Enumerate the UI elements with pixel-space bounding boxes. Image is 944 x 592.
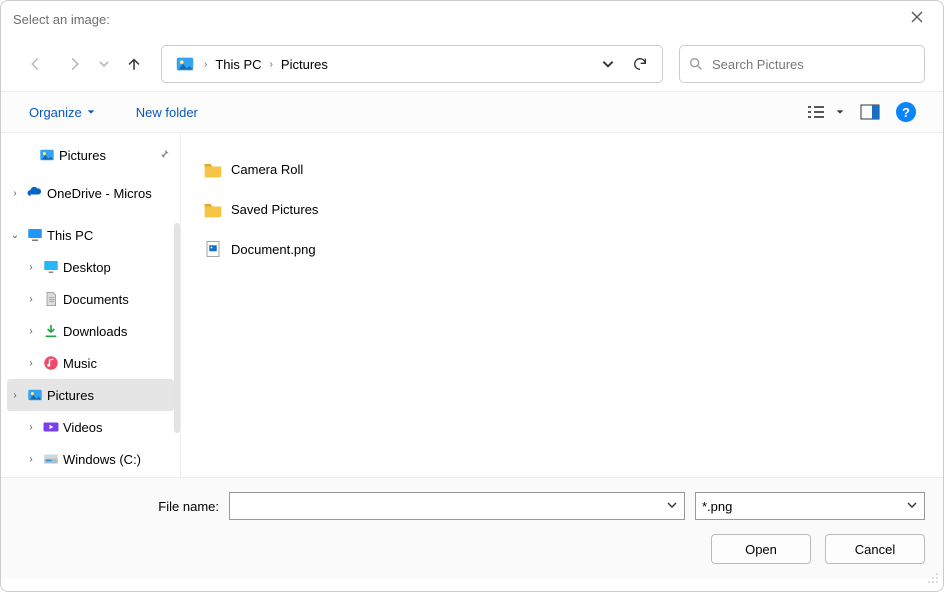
file-list[interactable]: Camera Roll Saved Pictures Document.png [181,133,943,477]
address-dropdown-icon[interactable] [592,57,624,71]
music-icon [41,354,61,372]
documents-icon [41,290,61,308]
nav-back-button[interactable] [19,47,53,81]
navigation-tree[interactable]: Pictures › OneDrive - Micros ⌄ This PC [1,133,181,477]
close-icon[interactable] [903,4,931,34]
search-placeholder: Search Pictures [712,57,804,72]
sidebar-item-label: Music [63,356,97,371]
sidebar-scrollbar[interactable] [174,223,180,433]
nav-recent-dropdown[interactable] [95,47,113,81]
folder-icon [203,200,223,218]
chevron-right-icon[interactable]: › [7,390,23,401]
filename-label: File name: [19,499,219,514]
open-button[interactable]: Open [711,534,811,564]
chevron-right-icon[interactable]: › [23,294,39,305]
nav-up-button[interactable] [117,47,151,81]
sidebar-item-desktop[interactable]: › Desktop [1,251,180,283]
chevron-right-icon[interactable]: › [7,188,23,199]
sidebar-item-pictures-quick[interactable]: Pictures [1,139,180,171]
image-file-icon [203,239,223,259]
view-list-icon[interactable] [801,97,831,127]
file-name: Camera Roll [231,162,303,177]
sidebar-item-music[interactable]: › Music [1,347,180,379]
new-folder-button[interactable]: New folder [130,101,204,124]
chevron-right-icon[interactable]: › [23,454,39,465]
chevron-right-icon[interactable]: › [23,326,39,337]
refresh-icon[interactable] [624,56,656,72]
cancel-button[interactable]: Cancel [825,534,925,564]
organize-button[interactable]: Organize [23,101,102,124]
chevron-down-icon[interactable]: ⌄ [7,230,23,241]
sidebar-item-label: This PC [47,228,93,243]
sidebar-item-downloads[interactable]: › Downloads [1,315,180,347]
file-name: Document.png [231,242,316,257]
chevron-down-icon[interactable] [900,499,918,514]
chevron-right-icon[interactable]: › [23,422,39,433]
sidebar-item-thispc[interactable]: ⌄ This PC [1,219,180,251]
filename-input[interactable] [229,492,685,520]
breadcrumb-sep-icon: › [268,59,275,70]
sidebar-item-label: Pictures [47,388,94,403]
dialog-title: Select an image: [13,12,110,27]
sidebar-item-label: OneDrive - Micros [47,186,152,201]
downloads-icon [41,322,61,340]
sidebar-item-label: Pictures [59,148,106,163]
sidebar-item-label: Downloads [63,324,127,339]
chevron-down-icon[interactable] [660,499,678,514]
folder-item[interactable]: Camera Roll [203,149,921,189]
breadcrumb-folder[interactable]: Pictures [275,57,334,72]
pictures-icon [37,146,57,164]
chevron-right-icon[interactable]: › [23,262,39,273]
onedrive-icon [25,184,45,202]
search-input[interactable]: Search Pictures [679,45,925,83]
folder-icon [203,160,223,178]
videos-icon [41,418,61,436]
nav-forward-button[interactable] [57,47,91,81]
breadcrumb-root[interactable]: This PC [209,57,267,72]
desktop-icon [41,258,61,276]
sidebar-item-cdrive[interactable]: › Windows (C:) [1,443,180,475]
search-icon [688,56,704,72]
sidebar-item-label: Desktop [63,260,111,275]
pictures-icon [25,386,45,404]
sidebar-item-pictures[interactable]: › Pictures [7,379,174,411]
resize-grip-icon[interactable] [925,570,939,587]
sidebar-item-label: Documents [63,292,129,307]
sidebar-item-label: Videos [63,420,103,435]
file-item[interactable]: Document.png [203,229,921,269]
breadcrumb-root-icon[interactable] [168,53,202,75]
sidebar-item-documents[interactable]: › Documents [1,283,180,315]
file-name: Saved Pictures [231,202,318,217]
drive-icon [41,450,61,468]
sidebar-item-label: Windows (C:) [63,452,141,467]
filter-value: *.png [702,499,732,514]
preview-pane-icon[interactable] [855,97,885,127]
help-icon[interactable]: ? [891,97,921,127]
view-dropdown-icon[interactable] [831,97,849,127]
pc-icon [25,226,45,244]
chevron-right-icon[interactable]: › [23,358,39,369]
address-bar[interactable]: › This PC › Pictures [161,45,663,83]
sidebar-item-videos[interactable]: › Videos [1,411,180,443]
breadcrumb-sep-icon: › [202,59,209,70]
sidebar-item-onedrive[interactable]: › OneDrive - Micros [1,177,180,209]
folder-item[interactable]: Saved Pictures [203,189,921,229]
pin-icon [158,148,170,163]
file-type-filter[interactable]: *.png [695,492,925,520]
